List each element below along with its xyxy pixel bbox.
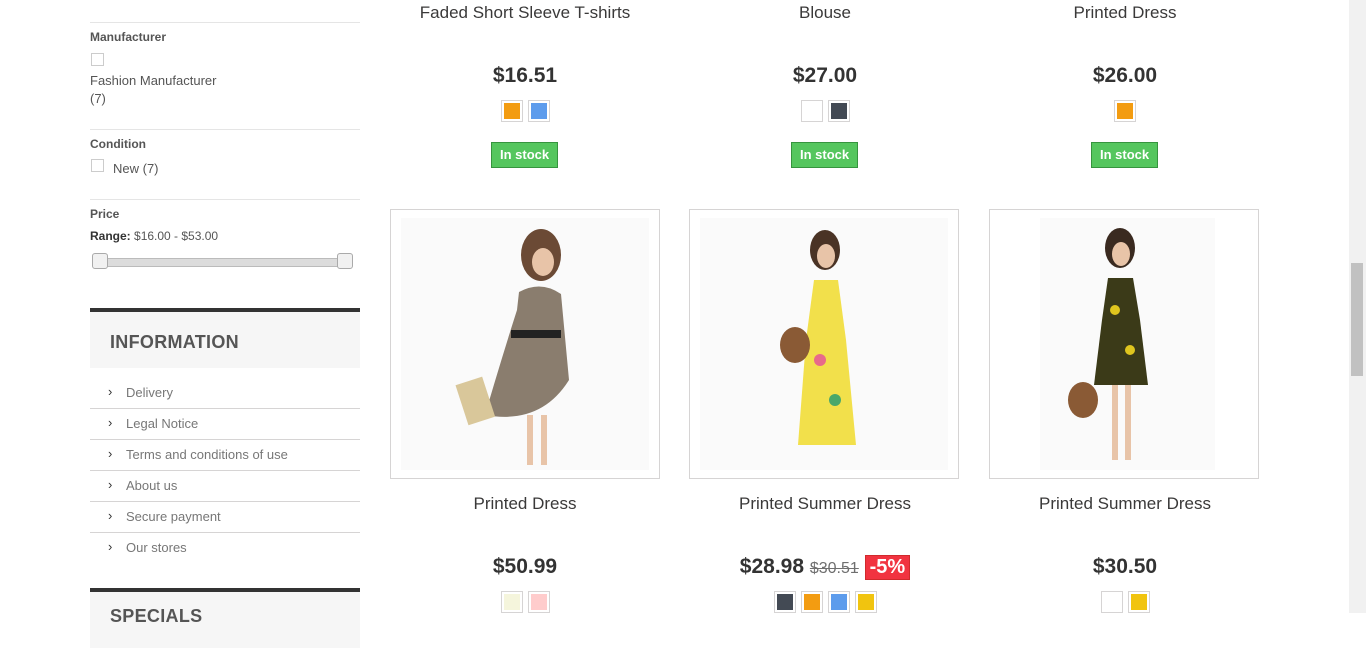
chevron-right-icon: › <box>108 384 113 399</box>
chevron-right-icon: › <box>108 539 113 554</box>
color-swatch[interactable] <box>1127 591 1150 613</box>
info-link-about-us[interactable]: › About us <box>90 471 360 502</box>
info-link-terms[interactable]: › Terms and conditions of use <box>90 440 360 471</box>
stock-badge: In stock <box>791 142 859 168</box>
color-swatch[interactable] <box>500 591 523 613</box>
info-link-legal-notice[interactable]: › Legal Notice <box>90 409 360 440</box>
stock-badge: In stock <box>1091 142 1159 168</box>
color-swatches <box>690 100 960 122</box>
product-price: $26.00 <box>1092 64 1158 87</box>
price-slider-max-handle[interactable] <box>337 253 353 269</box>
price-range-readout: Range: $16.00 - $53.00 <box>90 229 218 243</box>
price-slider-track[interactable] <box>100 258 347 267</box>
info-block-header: INFORMATION <box>90 312 360 368</box>
product-price: $30.50 <box>1092 555 1158 578</box>
product-price: $50.99 <box>492 555 558 578</box>
chevron-right-icon: › <box>108 446 113 461</box>
info-link-our-stores[interactable]: › Our stores <box>90 533 360 563</box>
color-swatch[interactable] <box>1100 591 1123 613</box>
condition-filter-title: Condition <box>90 137 146 151</box>
color-swatch[interactable] <box>800 591 823 613</box>
info-block-title: INFORMATION <box>110 332 239 352</box>
product-image[interactable] <box>390 209 660 479</box>
product-price: $27.00 <box>792 64 858 87</box>
info-link-label[interactable]: Legal Notice <box>126 416 198 431</box>
color-swatch[interactable] <box>827 591 850 613</box>
color-swatch[interactable] <box>800 100 823 122</box>
product-old-price: $30.51 <box>809 560 859 578</box>
product-name[interactable]: Printed Summer Dress <box>690 494 960 514</box>
chevron-right-icon: › <box>108 415 113 430</box>
info-link-secure-payment[interactable]: › Secure payment <box>90 502 360 533</box>
info-link-label[interactable]: Terms and conditions of use <box>126 447 288 462</box>
product-name[interactable]: Printed Dress <box>990 3 1260 23</box>
condition-new-checkbox[interactable] <box>91 159 104 172</box>
divider <box>90 129 360 130</box>
manufacturer-filter-title: Manufacturer <box>90 30 167 44</box>
price-filter-title: Price <box>90 207 120 221</box>
condition-new-label[interactable]: New (7) <box>113 161 159 176</box>
dress-photo-placeholder <box>401 218 649 470</box>
color-swatch[interactable] <box>527 591 550 613</box>
page-scrollbar[interactable] <box>1349 0 1366 613</box>
divider <box>90 199 360 200</box>
info-link-delivery[interactable]: › Delivery <box>90 378 360 409</box>
product-name[interactable]: Blouse <box>690 3 960 23</box>
color-swatch[interactable] <box>1114 100 1136 122</box>
info-link-label[interactable]: About us <box>126 478 177 493</box>
scrollbar-thumb[interactable] <box>1351 263 1363 376</box>
price-slider-min-handle[interactable] <box>92 253 108 269</box>
product-image[interactable] <box>689 209 959 479</box>
product-price-block: $28.98 $30.51 -5% <box>690 555 960 580</box>
color-swatch[interactable] <box>827 100 850 122</box>
manufacturer-checkbox[interactable] <box>91 53 104 66</box>
color-swatch[interactable] <box>854 591 877 613</box>
product-price: $16.51 <box>492 64 558 87</box>
dress-photo-placeholder <box>1040 218 1215 470</box>
product-name[interactable]: Printed Dress <box>390 494 660 514</box>
product-name[interactable]: Faded Short Sleeve T-shirts <box>390 3 660 23</box>
dress-photo-placeholder <box>700 218 948 470</box>
chevron-right-icon: › <box>108 477 113 492</box>
chevron-right-icon: › <box>108 508 113 523</box>
color-swatches <box>390 591 660 613</box>
color-swatch[interactable] <box>527 100 550 122</box>
color-swatches <box>990 100 1260 122</box>
divider <box>90 22 360 23</box>
specials-block-title: SPECIALS <box>110 606 203 626</box>
manufacturer-option-count: (7) <box>90 91 106 106</box>
product-image[interactable] <box>989 209 1259 479</box>
specials-block-header: SPECIALS <box>90 592 360 648</box>
info-link-label[interactable]: Delivery <box>126 385 173 400</box>
information-links: › Delivery › Legal Notice › Terms and condi… <box>90 378 360 563</box>
product-name[interactable]: Printed Summer Dress <box>990 494 1260 514</box>
info-link-label[interactable]: Our stores <box>126 540 187 555</box>
color-swatches <box>390 100 660 122</box>
color-swatch[interactable] <box>500 100 523 122</box>
color-swatches <box>990 591 1260 613</box>
discount-badge: -5% <box>864 555 911 580</box>
product-price: $28.98 <box>739 555 805 579</box>
manufacturer-option-label[interactable]: Fashion Manufacturer <box>90 73 216 88</box>
color-swatches <box>690 591 960 613</box>
stock-badge: In stock <box>491 142 559 168</box>
info-link-label[interactable]: Secure payment <box>126 509 221 524</box>
price-range-value: $16.00 - $53.00 <box>134 229 219 243</box>
price-range-label: Range: <box>90 229 131 243</box>
color-swatch[interactable] <box>773 591 796 613</box>
